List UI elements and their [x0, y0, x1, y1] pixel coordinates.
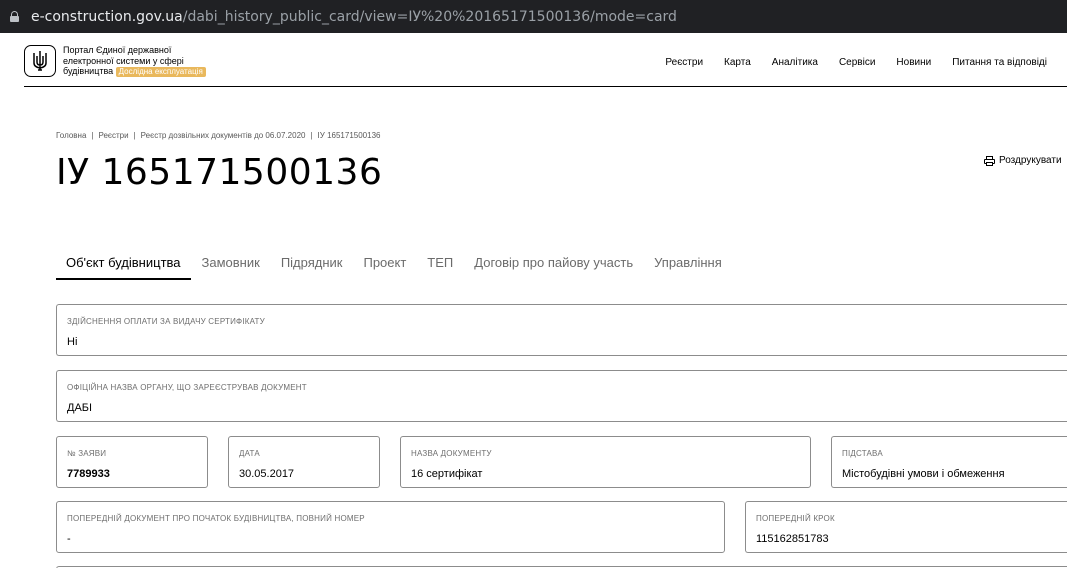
portal-name-line2: електронної системи у сфері: [63, 55, 184, 66]
previous-step-value: 115162851783: [756, 533, 829, 545]
previous-step-field: Попередній крок 115162851783: [745, 501, 1067, 553]
authority-field: Офіційна назва органу, що зареєстрував д…: [56, 370, 1067, 422]
lock-icon: [10, 11, 19, 22]
date-value: 30.05.2017: [239, 468, 295, 480]
print-button[interactable]: Роздрукувати: [984, 155, 1062, 166]
tab-tep[interactable]: ТЕП: [417, 250, 463, 280]
breadcrumb-registries[interactable]: Реєстри: [98, 131, 128, 140]
application-number-label: № заяви: [67, 449, 107, 458]
date-field: Дата 30.05.2017: [228, 436, 380, 488]
url-text[interactable]: e-construction.gov.ua/dabi_history_publi…: [31, 9, 677, 25]
previous-step-label: Попередній крок: [756, 514, 835, 523]
basis-value: Містобудівні умови і обмеження: [842, 468, 1005, 480]
document-name-value: 16 сертифікат: [411, 468, 483, 480]
breadcrumb: Головна | Реєстри | Реєстр дозвільних докуме…: [56, 131, 380, 140]
breadcrumb-separator: |: [91, 131, 94, 140]
payment-value: Ні: [67, 336, 78, 348]
browser-address-bar[interactable]: e-construction.gov.ua/dabi_history_publi…: [0, 0, 1067, 33]
authority-value: ДАБІ: [67, 402, 93, 414]
breadcrumb-current: ІУ 165171500136: [317, 131, 381, 140]
basis-field: Підстава Містобудівні умови і обмеження: [831, 436, 1067, 488]
payment-label: Здійснення оплати за видачу сертифікату: [67, 317, 265, 326]
url-domain: e-construction.gov.ua: [31, 8, 183, 25]
nav-faq[interactable]: Питання та відповіді: [952, 57, 1047, 68]
trident-logo-icon[interactable]: [24, 45, 56, 77]
site-header: Портал Єдиної державної електронної сист…: [24, 33, 1067, 87]
portal-name-line3: будівництва: [63, 66, 114, 76]
nav-services[interactable]: Сервіси: [839, 57, 875, 68]
breadcrumb-separator: |: [310, 131, 313, 140]
portal-name[interactable]: Портал Єдиної державної електронної сист…: [63, 45, 233, 77]
nav-news[interactable]: Новини: [896, 57, 931, 68]
previous-document-field: Попередній документ про початок будівниц…: [56, 501, 725, 553]
main-nav: Реєстри Карта Аналітика Сервіси Новини П…: [644, 57, 1047, 68]
page-title: ІУ 165171500136: [56, 152, 383, 193]
tab-management[interactable]: Управління: [644, 250, 732, 280]
tab-construction-object[interactable]: Об'єкт будівництва: [56, 250, 191, 280]
tab-customer[interactable]: Замовник: [192, 250, 270, 280]
nav-analytics[interactable]: Аналітика: [772, 57, 818, 68]
tab-project[interactable]: Проект: [353, 250, 416, 280]
nav-registries[interactable]: Реєстри: [665, 57, 703, 68]
application-number-value: 7789933: [67, 468, 110, 480]
printer-icon: [984, 155, 995, 166]
beta-badge: Дослідна експлуатація: [115, 67, 206, 77]
document-name-label: Назва документу: [411, 449, 492, 458]
previous-document-label: Попередній документ про початок будівниц…: [67, 514, 365, 523]
nav-map[interactable]: Карта: [724, 57, 751, 68]
payment-field: Здійснення оплати за видачу сертифікату …: [56, 304, 1067, 356]
print-label: Роздрукувати: [999, 155, 1062, 166]
application-number-field: № заяви 7789933: [56, 436, 208, 488]
breadcrumb-separator: |: [133, 131, 136, 140]
tab-contractor[interactable]: Підрядник: [271, 250, 353, 280]
tab-equity-agreement[interactable]: Договір про пайову участь: [464, 250, 643, 280]
authority-label: Офіційна назва органу, що зареєстрував д…: [67, 383, 307, 392]
breadcrumb-registry[interactable]: Реєстр дозвільних документів до 06.07.20…: [141, 131, 306, 140]
tab-bar: Об'єкт будівництва Замовник Підрядник Пр…: [56, 250, 733, 280]
date-label: Дата: [239, 449, 260, 458]
breadcrumb-home[interactable]: Головна: [56, 131, 86, 140]
portal-name-line1: Портал Єдиної державної: [63, 45, 172, 55]
url-path: /dabi_history_public_card/view=IУ%20%201…: [182, 8, 677, 25]
previous-document-value: -: [67, 533, 71, 545]
basis-label: Підстава: [842, 449, 883, 458]
document-name-field: Назва документу 16 сертифікат: [400, 436, 811, 488]
